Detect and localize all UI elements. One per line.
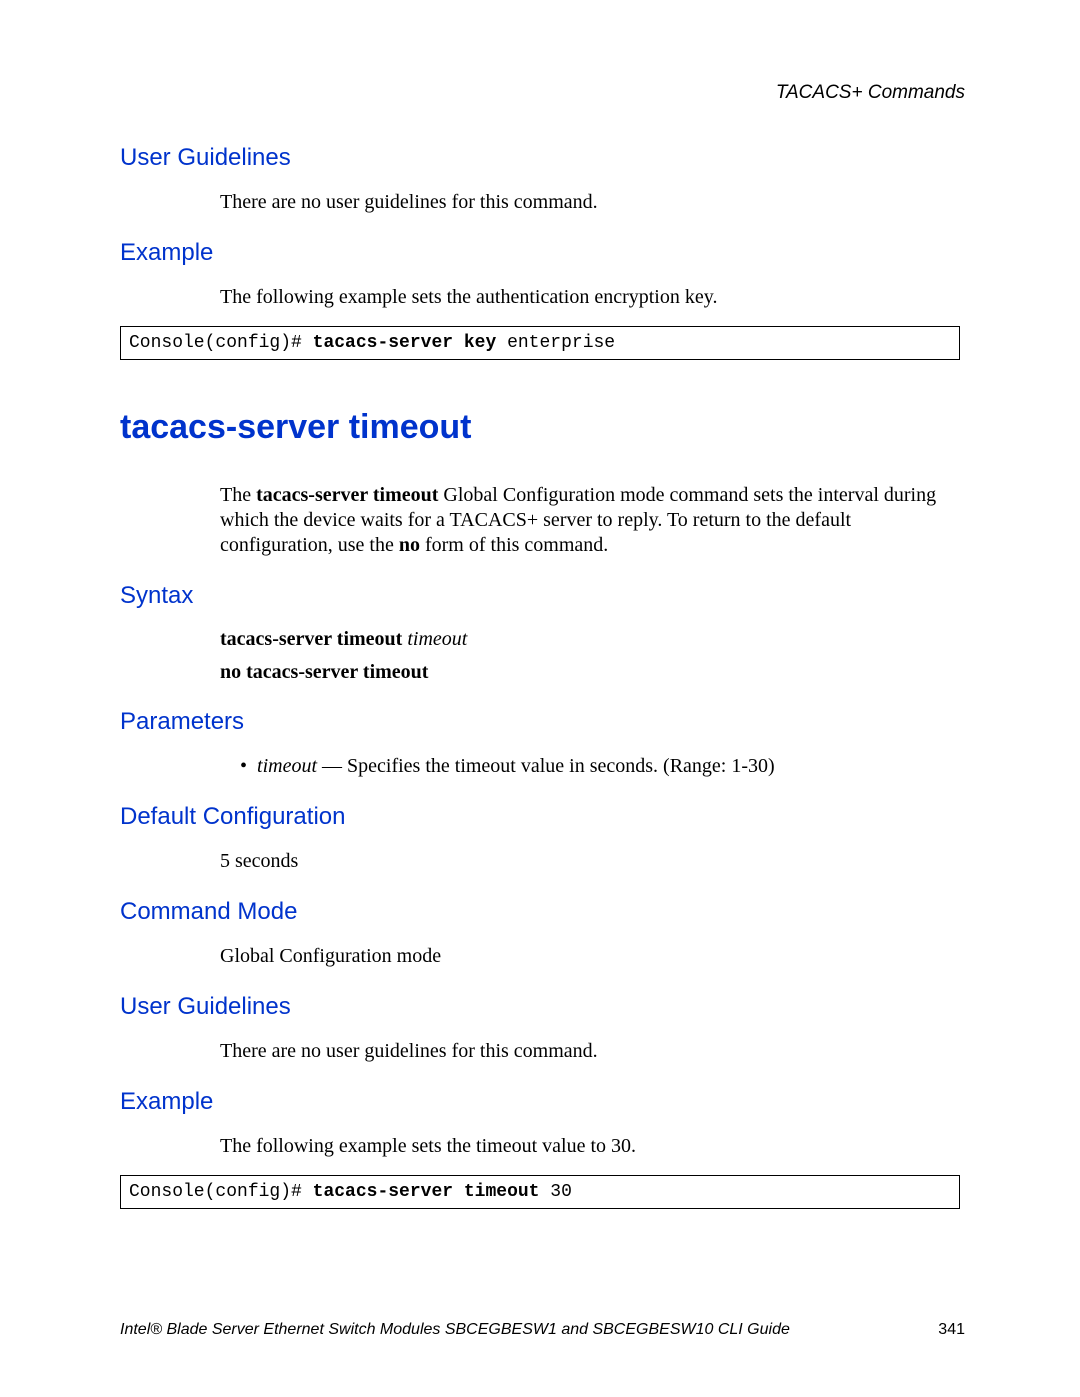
page: TACACS+ Commands User Guidelines There a…	[0, 0, 1080, 1397]
param-bullet-ital: timeout	[257, 755, 317, 777]
code-prefix-2: Console(config)#	[129, 1182, 313, 1202]
syntax-line1-bold: tacacs-server timeout	[220, 628, 407, 650]
header-section-title: TACACS+ Commands	[776, 82, 965, 104]
text-command-mode: Global Configuration mode	[220, 944, 950, 969]
code-suffix-1: enterprise	[496, 333, 615, 353]
syntax-line-1: tacacs-server timeout timeout	[220, 628, 960, 651]
code-example-1: Console(config)# tacacs-server key enter…	[120, 326, 960, 360]
heading-parameters: Parameters	[120, 708, 960, 736]
code-example-2: Console(config)# tacacs-server timeout 3…	[120, 1175, 960, 1209]
text-default-config: 5 seconds	[220, 849, 950, 874]
footer-text: Intel® Blade Server Ethernet Switch Modu…	[120, 1321, 790, 1339]
text-user-guidelines-2: There are no user guidelines for this co…	[220, 1039, 950, 1064]
text-example-1: The following example sets the authentic…	[220, 285, 950, 310]
heading-default-config: Default Configuration	[120, 803, 960, 831]
heading-user-guidelines-2: User Guidelines	[120, 993, 960, 1021]
cmd-desc-bold: tacacs-server timeout	[256, 484, 438, 506]
heading-example-1: Example	[120, 239, 960, 267]
cmd-desc-post2: form of this command.	[420, 534, 608, 556]
cmd-desc-bold2: no	[399, 534, 420, 556]
page-footer: Intel® Blade Server Ethernet Switch Modu…	[120, 1321, 965, 1339]
syntax-line-2: no tacacs-server timeout	[220, 661, 960, 684]
cmd-desc-pre: The	[220, 484, 256, 506]
page-number: 341	[938, 1321, 965, 1339]
text-user-guidelines-1: There are no user guidelines for this co…	[220, 190, 950, 215]
code-suffix-2: 30	[539, 1182, 571, 1202]
heading-command-title: tacacs-server timeout	[120, 408, 960, 447]
heading-syntax: Syntax	[120, 582, 960, 610]
code-prefix-1: Console(config)#	[129, 333, 313, 353]
param-bullet-rest: — Specifies the timeout value in seconds…	[317, 755, 775, 777]
content-area: User Guidelines There are no user guidel…	[120, 80, 960, 1209]
text-command-desc: The tacacs-server timeout Global Configu…	[220, 483, 950, 558]
heading-command-mode: Command Mode	[120, 898, 960, 926]
code-bold-2: tacacs-server timeout	[313, 1182, 540, 1202]
syntax-line1-ital: timeout	[407, 628, 467, 650]
code-bold-1: tacacs-server key	[313, 333, 497, 353]
heading-example-2: Example	[120, 1088, 960, 1116]
heading-user-guidelines-1: User Guidelines	[120, 144, 960, 172]
text-example-2: The following example sets the timeout v…	[220, 1134, 950, 1159]
param-bullet: • timeout — Specifies the timeout value …	[240, 754, 960, 779]
